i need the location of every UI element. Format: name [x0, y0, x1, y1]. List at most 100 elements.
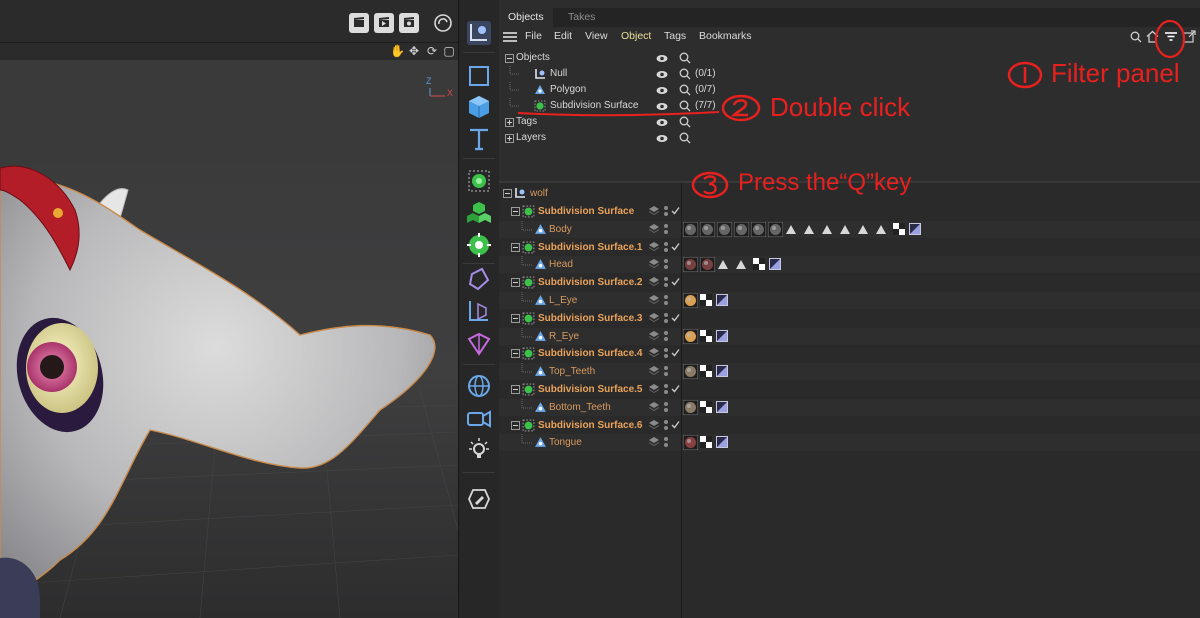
- cloner-icon[interactable]: [466, 200, 492, 226]
- material-tag-icon[interactable]: [734, 221, 749, 237]
- enabled-check-icon[interactable]: [671, 242, 680, 251]
- enabled-check-icon[interactable]: [671, 384, 680, 393]
- 3d-viewport[interactable]: ✋ ✥ ⟳ ▢ Z X: [0, 0, 458, 618]
- layer-icon[interactable]: [649, 223, 659, 237]
- layer-icon[interactable]: [649, 401, 659, 415]
- light-icon[interactable]: [466, 437, 492, 463]
- visibility-dots-icon[interactable]: [663, 419, 669, 432]
- tree-row-polygon[interactable]: L_Eye: [499, 292, 1200, 309]
- spline-rectangle-icon[interactable]: [466, 63, 492, 89]
- material-tag-icon[interactable]: [683, 364, 698, 380]
- render-view-button[interactable]: [349, 13, 369, 33]
- effector-icon[interactable]: [466, 232, 492, 258]
- tree-row-generator[interactable]: Subdivision Surface.1: [499, 239, 1200, 256]
- subdivision-surface-icon[interactable]: [466, 168, 492, 194]
- selection-tag-icon[interactable]: [857, 224, 869, 235]
- uvw-tag-icon[interactable]: [753, 258, 765, 271]
- tree-row-polygon[interactable]: Tongue: [499, 434, 1200, 452]
- phong-tag-icon[interactable]: [716, 400, 728, 413]
- uvw-tag-icon[interactable]: [893, 222, 905, 235]
- selection-tag-icon[interactable]: [821, 224, 833, 235]
- collapse-icon[interactable]: [511, 242, 520, 252]
- visibility-dots-icon[interactable]: [663, 258, 669, 271]
- menu-bookmarks[interactable]: Bookmarks: [699, 30, 752, 42]
- eye-icon[interactable]: [656, 54, 668, 63]
- tree-row-generator[interactable]: Subdivision Surface.5: [499, 381, 1200, 398]
- search-icon[interactable]: [1130, 31, 1142, 43]
- render-active-button[interactable]: [374, 13, 394, 33]
- collapse-icon[interactable]: [503, 189, 512, 198]
- material-tag-icon[interactable]: [683, 221, 698, 237]
- tree-row-polygon[interactable]: Body: [499, 220, 1200, 238]
- layer-icon[interactable]: [649, 419, 659, 433]
- material-tag-icon[interactable]: [683, 328, 698, 344]
- deformer-icon[interactable]: [466, 266, 492, 292]
- expand-icon[interactable]: [505, 134, 514, 143]
- visibility-dots-icon[interactable]: [663, 365, 669, 378]
- layer-icon[interactable]: [649, 277, 659, 290]
- menu-object[interactable]: Object: [621, 30, 651, 42]
- collapse-icon[interactable]: [511, 207, 520, 216]
- enabled-check-icon[interactable]: [671, 348, 680, 357]
- visibility-dots-icon[interactable]: [663, 330, 669, 343]
- material-tag-icon[interactable]: [700, 221, 715, 237]
- collapse-icon[interactable]: [511, 278, 520, 288]
- enabled-check-icon[interactable]: [671, 420, 680, 429]
- picture-viewer-icon[interactable]: [432, 12, 454, 34]
- search-icon[interactable]: [679, 132, 691, 144]
- material-tag-icon[interactable]: [751, 221, 766, 237]
- enabled-check-icon[interactable]: [671, 277, 680, 286]
- tree-row-polygon[interactable]: Bottom_Teeth: [499, 398, 1200, 416]
- tree-row-generator[interactable]: Subdivision Surface: [499, 203, 1200, 220]
- uvw-tag-icon[interactable]: [700, 400, 712, 413]
- menu-view[interactable]: View: [585, 30, 608, 42]
- visibility-dots-icon[interactable]: [663, 223, 669, 236]
- phong-tag-icon[interactable]: [716, 365, 728, 378]
- volume-icon[interactable]: [466, 331, 492, 357]
- search-icon[interactable]: [679, 52, 691, 64]
- camera-icon[interactable]: [466, 405, 492, 431]
- tree-row-generator[interactable]: Subdivision Surface.4: [499, 345, 1200, 362]
- tree-row-polygon[interactable]: Top_Teeth: [499, 363, 1200, 381]
- render-settings-button[interactable]: [399, 13, 419, 33]
- text-tool-icon[interactable]: [466, 126, 492, 152]
- layer-icon[interactable]: [649, 241, 659, 255]
- selection-tag-icon[interactable]: [785, 224, 797, 235]
- pan-hand-icon[interactable]: ✋: [390, 44, 405, 58]
- collapse-icon[interactable]: [505, 54, 514, 63]
- layer-icon[interactable]: [649, 312, 659, 326]
- material-tag-icon[interactable]: [683, 293, 698, 308]
- material-tag-icon[interactable]: [683, 435, 698, 451]
- tree-column-divider[interactable]: [681, 183, 682, 618]
- collapse-icon[interactable]: [511, 313, 520, 323]
- layer-icon[interactable]: [649, 295, 659, 308]
- uvw-tag-icon[interactable]: [700, 436, 712, 449]
- eye-icon[interactable]: [656, 134, 668, 143]
- selection-tag-icon[interactable]: [875, 224, 887, 235]
- menu-tags[interactable]: Tags: [664, 30, 686, 42]
- uvw-tag-icon[interactable]: [700, 294, 712, 306]
- eye-icon[interactable]: [656, 118, 668, 127]
- visibility-dots-icon[interactable]: [663, 383, 669, 396]
- search-icon[interactable]: [679, 68, 691, 80]
- null-object-tool-icon[interactable]: [466, 20, 492, 46]
- selection-tag-icon[interactable]: [803, 224, 815, 235]
- material-tag-icon[interactable]: [683, 399, 698, 415]
- visibility-dots-icon[interactable]: [663, 436, 669, 449]
- enabled-check-icon[interactable]: [671, 313, 680, 322]
- phong-tag-icon[interactable]: [716, 329, 728, 342]
- layer-icon[interactable]: [649, 437, 659, 450]
- tree-row-polygon[interactable]: R_Eye: [499, 327, 1200, 345]
- menu-file[interactable]: File: [525, 30, 542, 42]
- tree-row-generator[interactable]: Subdivision Surface.3: [499, 310, 1200, 327]
- field-icon[interactable]: [466, 298, 492, 324]
- visibility-dots-icon[interactable]: [663, 401, 669, 414]
- uvw-tag-icon[interactable]: [700, 329, 712, 342]
- rotate-view-icon[interactable]: ⟳: [425, 44, 439, 58]
- tree-row-generator[interactable]: Subdivision Surface.6: [499, 417, 1200, 434]
- selection-tag-icon[interactable]: [839, 224, 851, 235]
- material-tag-icon[interactable]: [768, 221, 783, 237]
- tab-objects[interactable]: Objects: [499, 8, 553, 27]
- collapse-icon[interactable]: [511, 349, 520, 359]
- search-icon[interactable]: [679, 84, 691, 96]
